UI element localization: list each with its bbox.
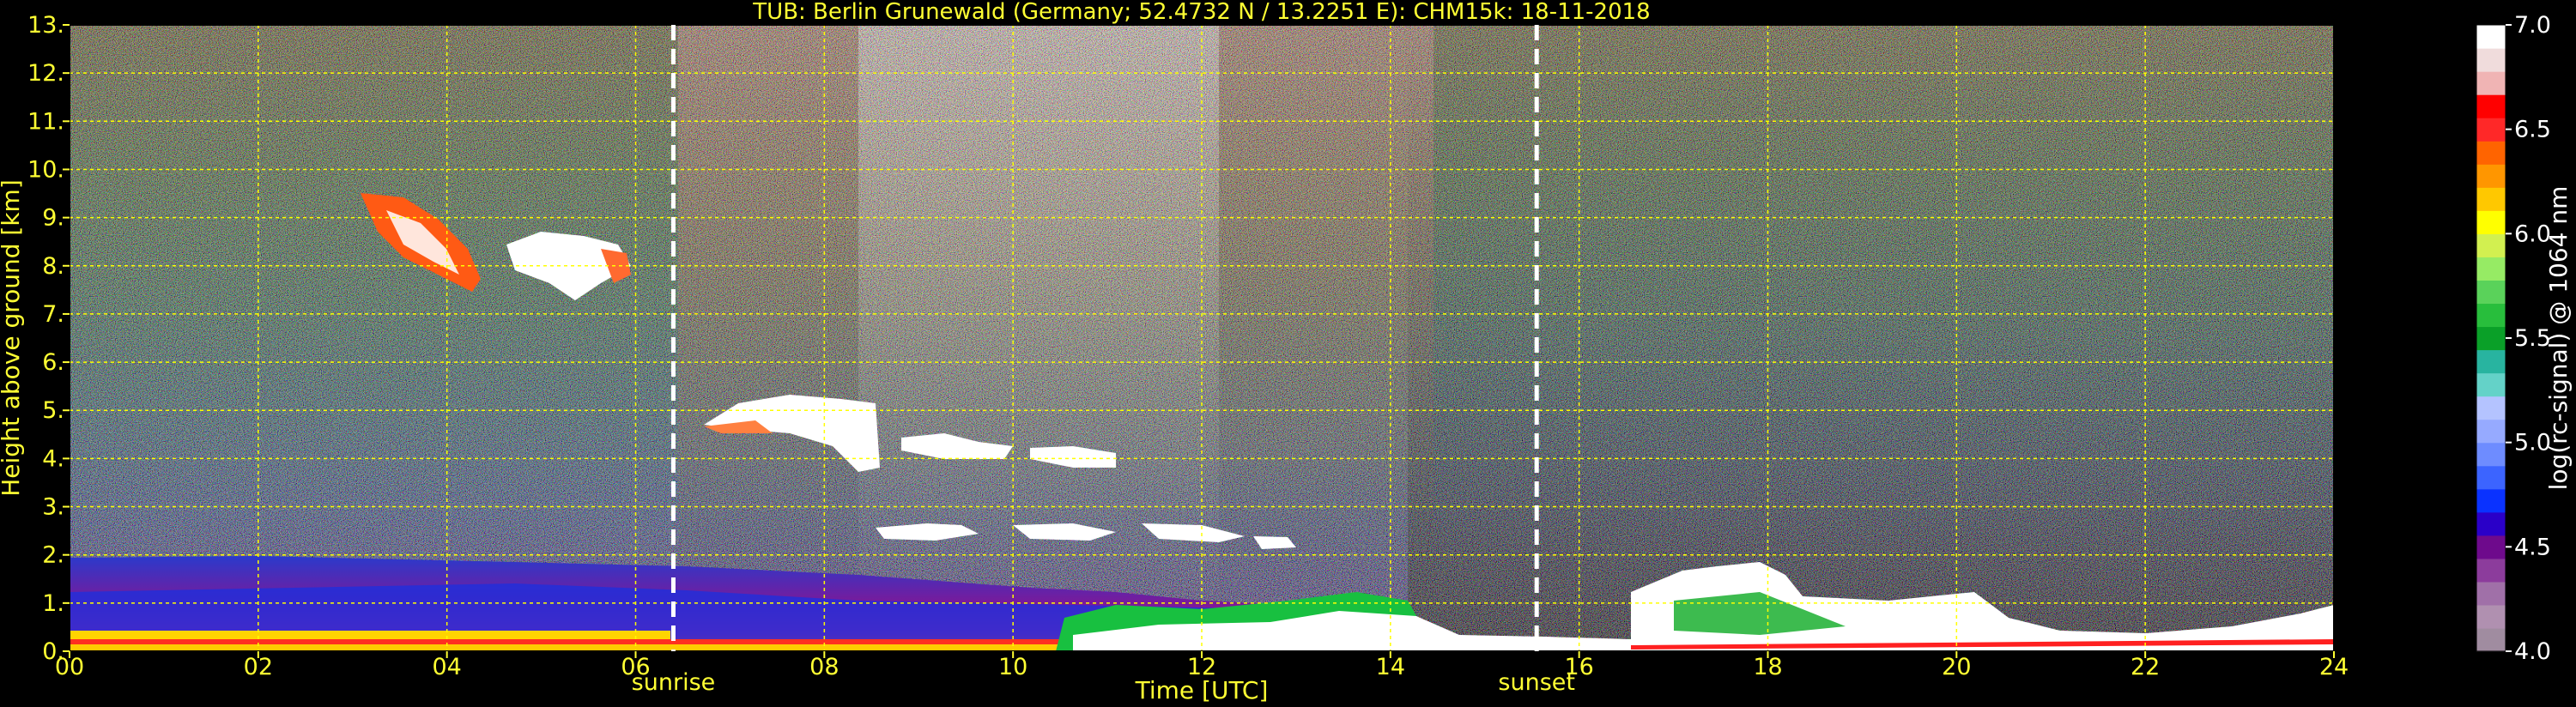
- colorbar-swatch: [2476, 349, 2506, 374]
- colorbar-swatch: [2476, 94, 2506, 118]
- colorbar-swatch: [2476, 71, 2506, 95]
- y-tick-label: 6.: [42, 349, 64, 376]
- colorbar-swatch: [2476, 488, 2506, 513]
- x-tick-label: 22: [2131, 654, 2160, 680]
- plot-area: [70, 25, 2334, 651]
- y-axis-label: Height above ground [km]: [0, 179, 25, 497]
- x-tick-label: 02: [244, 654, 273, 680]
- colorbar-tick-label: 4.0: [2514, 638, 2551, 665]
- lidar-chart: sunrise sunset 00 02 04 06 08 10 12 14 16 18 20 22 24…: [0, 0, 2573, 704]
- y-tick-label: 1.: [42, 590, 64, 617]
- colorbar: 4.04.55.05.56.06.57.0: [2476, 12, 2551, 665]
- y-tick-label: 10.: [27, 156, 64, 183]
- x-axis-label: Time [UTC]: [1135, 676, 1269, 704]
- colorbar-tick-label: 7.0: [2514, 12, 2551, 39]
- y-tick-label: 13.: [27, 12, 64, 39]
- colorbar-swatch: [2476, 210, 2506, 234]
- colorbar-swatch: [2476, 604, 2506, 629]
- y-tick-label: 7.: [42, 301, 64, 328]
- y-tick-label: 2.: [42, 542, 64, 569]
- x-tick-label: 04: [432, 654, 461, 680]
- y-tick-label: 0.: [42, 638, 64, 665]
- colorbar-swatch: [2476, 326, 2506, 351]
- chart-title: TUB: Berlin Grunewald (Germany; 52.4732 …: [752, 0, 1650, 25]
- x-tick-label: 18: [1753, 654, 1782, 680]
- colorbar-swatch: [2476, 118, 2506, 142]
- y-tick-label: 5.: [42, 397, 64, 424]
- colorbar-swatch: [2476, 25, 2506, 49]
- colorbar-swatch: [2476, 558, 2506, 583]
- colorbar-swatch: [2476, 257, 2506, 281]
- colorbar-swatch: [2476, 465, 2506, 490]
- surface-yellow-layer: [70, 631, 670, 639]
- colorbar-swatch: [2476, 511, 2506, 536]
- colorbar-swatch: [2476, 419, 2506, 444]
- colorbar-swatch: [2476, 581, 2506, 606]
- colorbar-swatch: [2476, 233, 2506, 257]
- y-tick-label: 12.: [27, 60, 64, 87]
- colorbar-tick-label: 4.5: [2514, 534, 2551, 560]
- x-tick-label: 16: [1564, 654, 1593, 680]
- colorbar-swatch: [2476, 48, 2506, 72]
- y-tick-label: 3.: [42, 494, 64, 521]
- colorbar-swatch: [2476, 372, 2506, 397]
- y-axis-ticks: 0. 1. 2. 3. 4. 5. 6. 7. 8. 9. 10. 11. 12. 13.: [27, 12, 70, 665]
- colorbar-swatch: [2476, 396, 2506, 420]
- colorbar-label: log(rc-signal) @ 1064 nm: [2544, 186, 2573, 491]
- colorbar-swatch: [2476, 187, 2506, 211]
- x-tick-label: 08: [809, 654, 839, 680]
- y-tick-label: 9.: [42, 205, 64, 232]
- x-tick-label: 24: [2319, 654, 2349, 680]
- colorbar-swatch: [2476, 627, 2506, 652]
- y-tick-label: 4.: [42, 445, 64, 472]
- x-tick-label: 20: [1942, 654, 1971, 680]
- y-tick-label: 11.: [27, 108, 64, 135]
- colorbar-swatch: [2476, 303, 2506, 328]
- colorbar-swatch: [2476, 164, 2506, 188]
- colorbar-tick-label: 6.5: [2514, 117, 2551, 143]
- colorbar-swatch: [2476, 442, 2506, 467]
- colorbar-swatch: [2476, 280, 2506, 305]
- x-tick-label: 14: [1376, 654, 1405, 680]
- y-tick-label: 8.: [42, 253, 64, 280]
- noise-overlay: [70, 25, 2334, 651]
- colorbar-swatch: [2476, 141, 2506, 165]
- colorbar-swatch: [2476, 535, 2506, 559]
- x-tick-label: 10: [998, 654, 1027, 680]
- x-tick-label: 06: [621, 654, 650, 680]
